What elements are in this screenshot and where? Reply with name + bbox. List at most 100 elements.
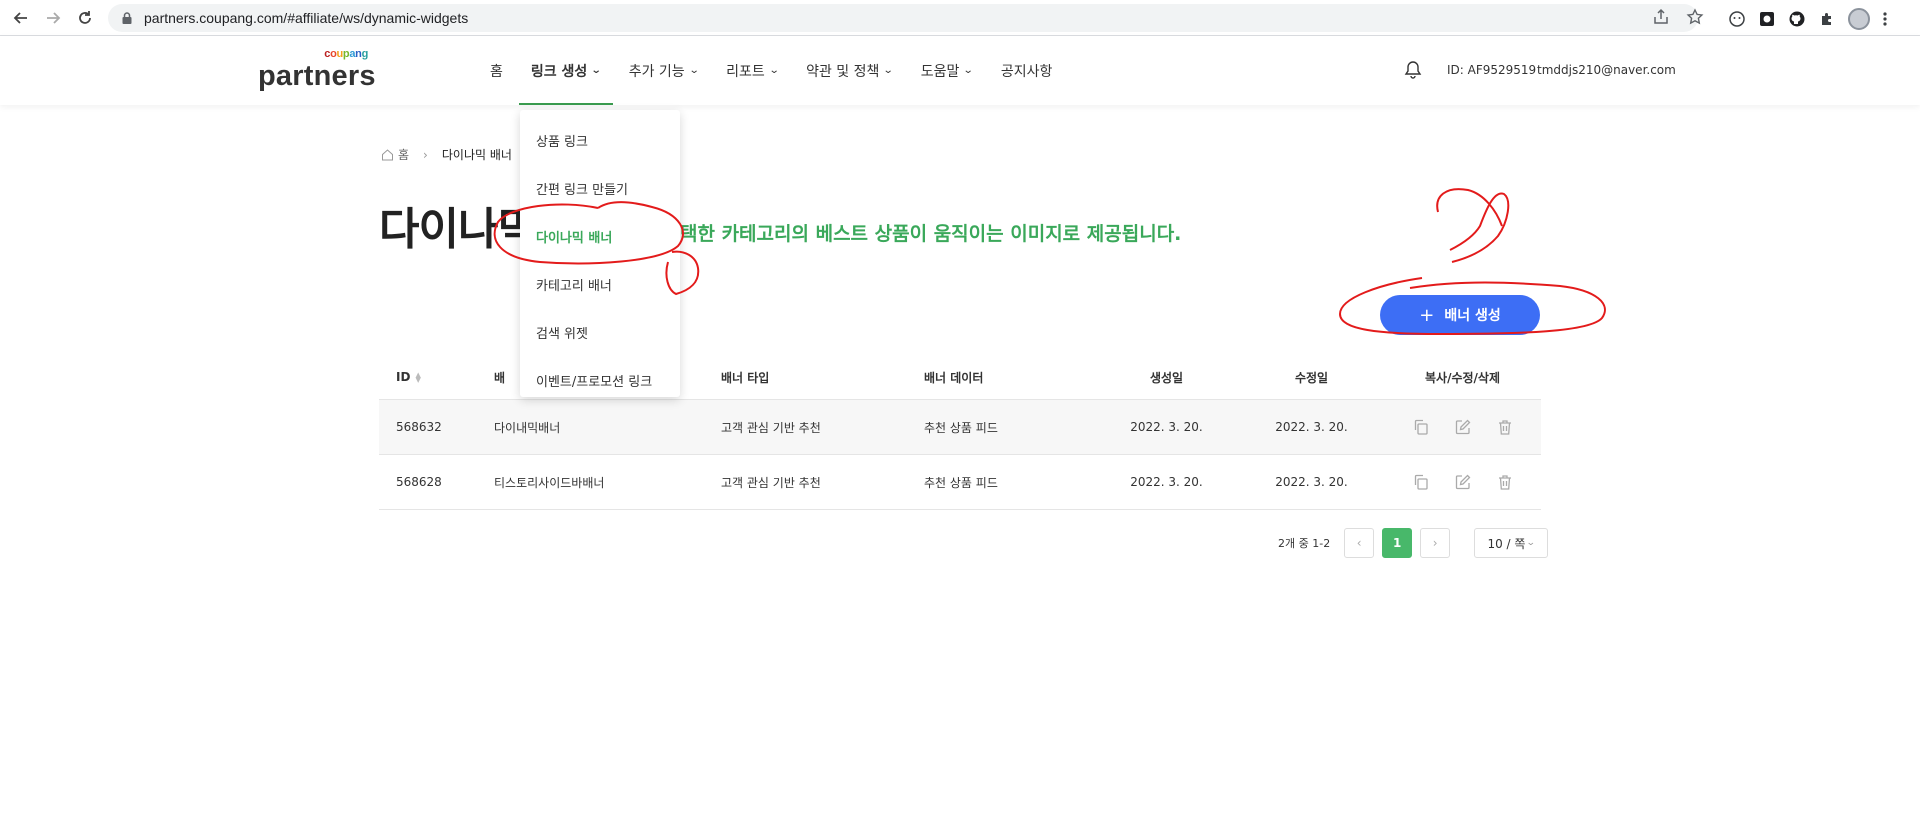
cell-created: 2022. 3. 20.: [1130, 475, 1203, 489]
cell-data: 추천 상품 피드: [924, 475, 998, 490]
nav-home[interactable]: 홈: [476, 36, 517, 105]
bookmark-star-icon[interactable]: [1686, 8, 1704, 26]
cell-name: 티스토리사이드바배너: [494, 475, 605, 490]
copy-icon[interactable]: [1412, 418, 1430, 436]
extension-face-icon[interactable]: [1728, 10, 1746, 28]
header-id-label: ID: [396, 370, 411, 384]
reload-button[interactable]: [70, 3, 100, 33]
cell-id: 568632: [396, 420, 442, 434]
trash-icon[interactable]: [1496, 418, 1514, 436]
logo-partners: partners: [258, 60, 376, 92]
cell-type: 고객 관심 기반 추천: [721, 475, 821, 490]
extensions-puzzle-icon[interactable]: [1818, 10, 1836, 28]
arrow-right-icon: [47, 12, 61, 24]
create-banner-button[interactable]: + 배너 생성: [1380, 295, 1540, 335]
reload-icon: [79, 11, 91, 24]
chevron-down-icon: ⌄: [883, 65, 895, 76]
home-icon: [382, 149, 393, 161]
share-icon[interactable]: [1652, 8, 1670, 26]
plus-icon: +: [1419, 304, 1435, 326]
cell-id: 568628: [396, 475, 442, 489]
forward-button[interactable]: [38, 3, 68, 33]
nav-help[interactable]: 도움말 ⌄: [907, 36, 987, 105]
profile-avatar[interactable]: [1848, 8, 1870, 30]
lock-icon: [122, 12, 132, 24]
next-page-button[interactable]: ›: [1420, 528, 1451, 558]
nav-notices-label: 공지사항: [1000, 63, 1053, 80]
header-actions: 복사/수정/삭제: [1424, 370, 1500, 385]
chevron-left-icon: ‹: [1356, 536, 1362, 550]
logo-coupang: coupang: [324, 48, 368, 60]
page-description: 택한 카테고리의 베스트 상품이 움직이는 이미지로 제공됩니다.: [680, 223, 1182, 245]
page-button-1[interactable]: 1: [1382, 528, 1413, 558]
breadcrumb-home[interactable]: 홈: [398, 146, 409, 163]
dropdown-item-dynamic-banner[interactable]: 다이나믹 배너: [520, 212, 680, 260]
header-created: 생성일: [1149, 370, 1184, 385]
page-title: 다이나믹: [379, 204, 538, 255]
copy-icon[interactable]: [1412, 473, 1430, 491]
user-id: ID: AF9529519: [1447, 63, 1537, 77]
edit-icon[interactable]: [1454, 418, 1472, 436]
nav-report-label: 리포트: [726, 63, 765, 80]
back-button[interactable]: [6, 3, 36, 33]
main-nav: 홈 링크 생성 ⌄ 추가 기능 ⌄ 리포트 ⌄ 약관 및 정책 ⌄ 도움말 ⌄ 공지사항: [476, 36, 1066, 105]
edit-icon[interactable]: [1454, 473, 1472, 491]
nav-link-create-label: 링크 생성: [530, 63, 588, 80]
dropdown-item-category-banner[interactable]: 카테고리 배너: [520, 260, 680, 308]
table-row: 568628 티스토리사이드바배너 고객 관심 기반 추천 추천 상품 피드 2…: [379, 455, 1541, 510]
annotation-arrow-mark: [1436, 188, 1510, 263]
bell-icon[interactable]: [1404, 60, 1422, 80]
nav-report[interactable]: 리포트 ⌄: [712, 36, 792, 105]
create-banner-label: 배너 생성: [1444, 308, 1501, 324]
chevron-right-icon: ›: [1432, 536, 1438, 550]
prev-page-button[interactable]: ‹: [1344, 528, 1375, 558]
nav-link-create[interactable]: 링크 생성 ⌄: [517, 36, 615, 105]
chevron-down-icon: ⌄: [688, 65, 700, 76]
cell-data: 추천 상품 피드: [924, 420, 998, 435]
header-type: 배너 타입: [721, 370, 770, 385]
nav-additional-features-label: 추가 기능: [628, 63, 685, 80]
cell-actions: [1384, 418, 1541, 436]
nav-terms-policy-label: 약관 및 정책: [806, 63, 880, 80]
breadcrumb-current: 다이나믹 배너: [441, 148, 512, 162]
chevron-down-icon: ⌄: [591, 65, 602, 76]
dropdown-item-event-promotion-link[interactable]: 이벤트/프로모션 링크: [520, 356, 680, 404]
pagination: 2개 중 1-2 ‹ 1 › 10 / 쪽 ⌄: [1278, 528, 1549, 558]
nav-terms-policy[interactable]: 약관 및 정책 ⌄: [792, 36, 907, 105]
cell-name: 다이내믹배너: [494, 420, 561, 435]
cell-modified: 2022. 3. 20.: [1275, 475, 1348, 489]
address-bar[interactable]: partners.coupang.com/#affiliate/ws/dynam…: [108, 4, 1698, 32]
page-size-select[interactable]: 10 / 쪽 ⌄: [1474, 528, 1549, 558]
nav-additional-features[interactable]: 추가 기능 ⌄: [615, 36, 712, 105]
user-email[interactable]: tmddjs210@naver.com: [1537, 63, 1676, 77]
github-icon[interactable]: [1788, 10, 1806, 28]
nav-help-label: 도움말: [920, 63, 960, 80]
dropdown-item-search-widget[interactable]: 검색 위젯: [520, 308, 680, 356]
header-id[interactable]: ID ▲ ▼: [379, 370, 494, 384]
extension-dark-icon[interactable]: [1758, 10, 1776, 28]
site-header: coupang partners 홈 링크 생성 ⌄ 추가 기능 ⌄ 리포트 ⌄ 약관…: [0, 36, 1920, 105]
url-text: partners.coupang.com/#affiliate/ws/dynam…: [144, 10, 469, 26]
trash-icon[interactable]: [1496, 473, 1514, 491]
breadcrumb: 홈 › 다이나믹 배너: [381, 146, 512, 163]
page-size-value: 10 / 쪽: [1487, 536, 1526, 551]
cell-created: 2022. 3. 20.: [1130, 420, 1203, 434]
header-data: 배너 데이터: [924, 370, 984, 385]
arrow-left-icon: [13, 12, 27, 24]
pagination-info: 2개 중 1-2: [1278, 537, 1331, 550]
chevron-down-icon: ⌄: [1526, 538, 1537, 548]
cell-modified: 2022. 3. 20.: [1275, 420, 1348, 434]
table-row: 568632 다이내믹배너 고객 관심 기반 추천 추천 상품 피드 2022.…: [379, 400, 1541, 455]
coupang-partners-logo[interactable]: coupang partners: [258, 46, 375, 92]
chrome-menu-icon[interactable]: [1882, 10, 1888, 28]
chevron-down-icon: ⌄: [768, 65, 780, 76]
header-modified: 수정일: [1294, 370, 1329, 385]
browser-toolbar: partners.coupang.com/#affiliate/ws/dynam…: [0, 0, 1920, 36]
cell-type: 고객 관심 기반 추천: [721, 420, 821, 435]
sort-icon: ▲ ▼: [415, 370, 421, 384]
link-create-dropdown: 상품 링크 간편 링크 만들기 다이나믹 배너 카테고리 배너 검색 위젯 이벤…: [520, 110, 680, 397]
dropdown-item-product-link[interactable]: 상품 링크: [520, 116, 680, 164]
chevron-down-icon: ⌄: [963, 65, 975, 76]
dropdown-item-simple-link[interactable]: 간편 링크 만들기: [520, 164, 680, 212]
nav-notices[interactable]: 공지사항: [987, 36, 1067, 105]
